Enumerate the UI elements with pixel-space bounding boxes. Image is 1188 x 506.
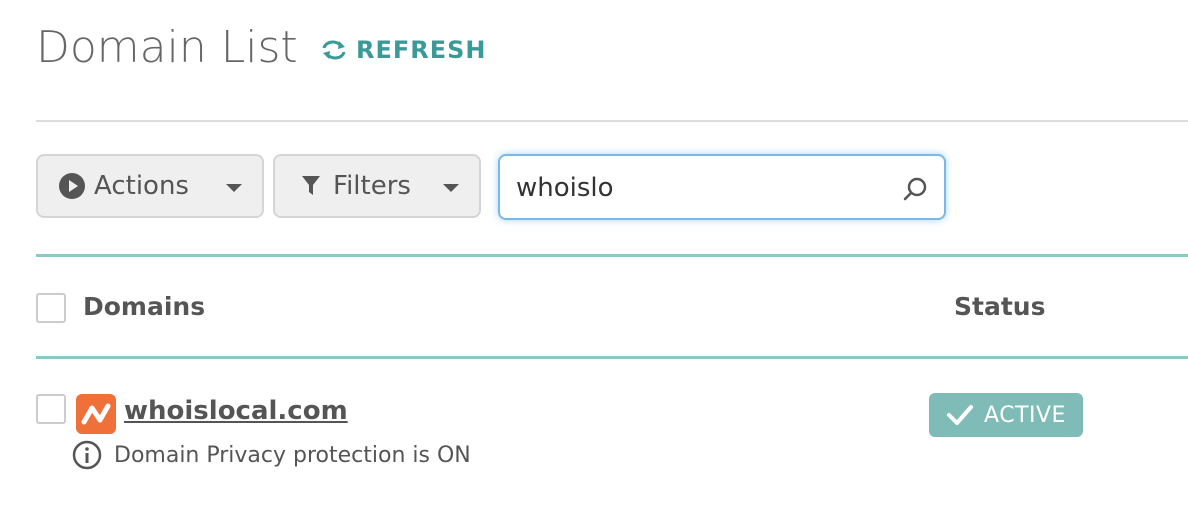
table-header-rule [36,356,1188,359]
privacy-text: Domain Privacy protection is ON [114,442,471,468]
play-icon [59,173,85,199]
status-text: ACTIVE [984,402,1066,428]
row-checkbox[interactable] [36,394,66,424]
page-title: Domain List [36,22,298,73]
search-input[interactable] [516,170,876,206]
refresh-icon [322,40,346,60]
status-badge: ACTIVE [929,393,1083,437]
table-top-rule [36,254,1188,257]
refresh-label: REFRESH [356,36,487,64]
search-box[interactable] [498,154,946,220]
filter-icon [302,176,320,195]
filters-label: Filters [333,171,411,201]
check-icon [947,405,974,425]
search-icon[interactable] [902,176,928,206]
actions-label: Actions [94,171,189,201]
select-all-checkbox[interactable] [36,293,66,323]
column-header-status[interactable]: Status [954,292,1045,321]
chevron-down-icon [443,184,459,192]
chevron-down-icon [226,184,242,192]
favicon-icon [76,394,116,434]
filters-dropdown[interactable]: Filters [273,154,481,218]
domain-link[interactable]: whoislocal.com [124,396,348,426]
info-icon [72,440,102,470]
header-divider [36,120,1188,122]
column-header-domains[interactable]: Domains [83,292,205,321]
refresh-button[interactable]: REFRESH [320,36,487,64]
privacy-note: Domain Privacy protection is ON [72,440,471,470]
actions-dropdown[interactable]: Actions [36,154,264,218]
